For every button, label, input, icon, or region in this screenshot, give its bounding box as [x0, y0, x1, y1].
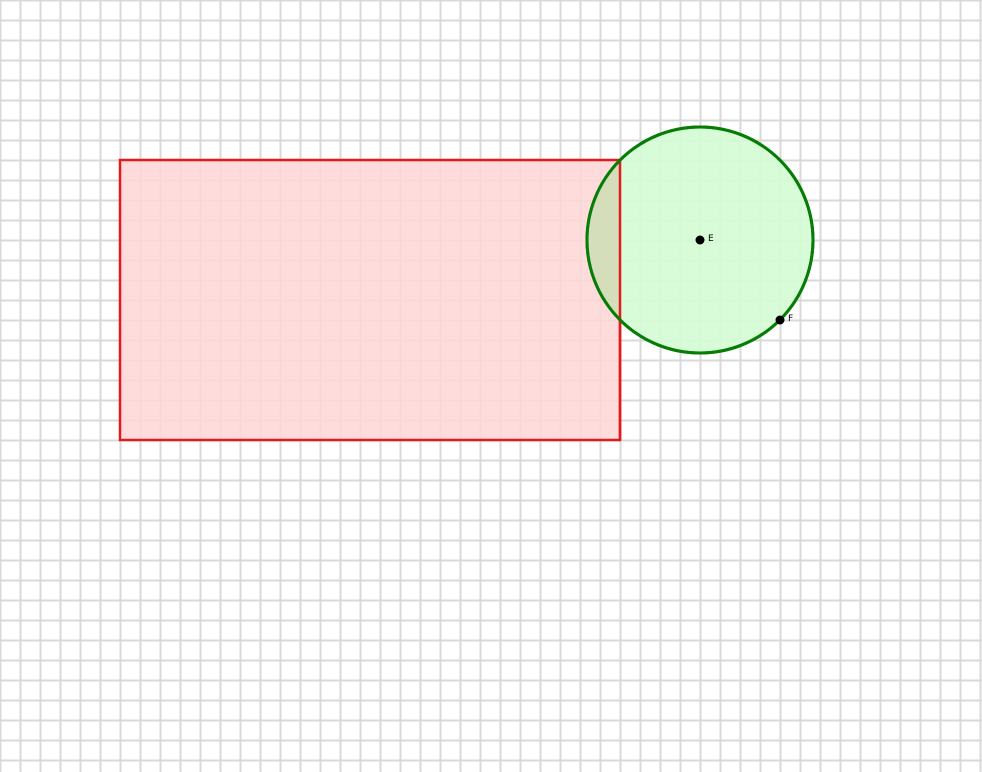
- point-e-label: E: [708, 234, 714, 244]
- point-f-dot[interactable]: [775, 315, 785, 325]
- drawing-board[interactable]: E F: [0, 0, 982, 772]
- point-e-dot[interactable]: [695, 235, 705, 245]
- rectangle-shape[interactable]: [118, 158, 622, 442]
- point-f-label: F: [788, 314, 793, 324]
- geometry-canvas[interactable]: E F: [0, 0, 982, 772]
